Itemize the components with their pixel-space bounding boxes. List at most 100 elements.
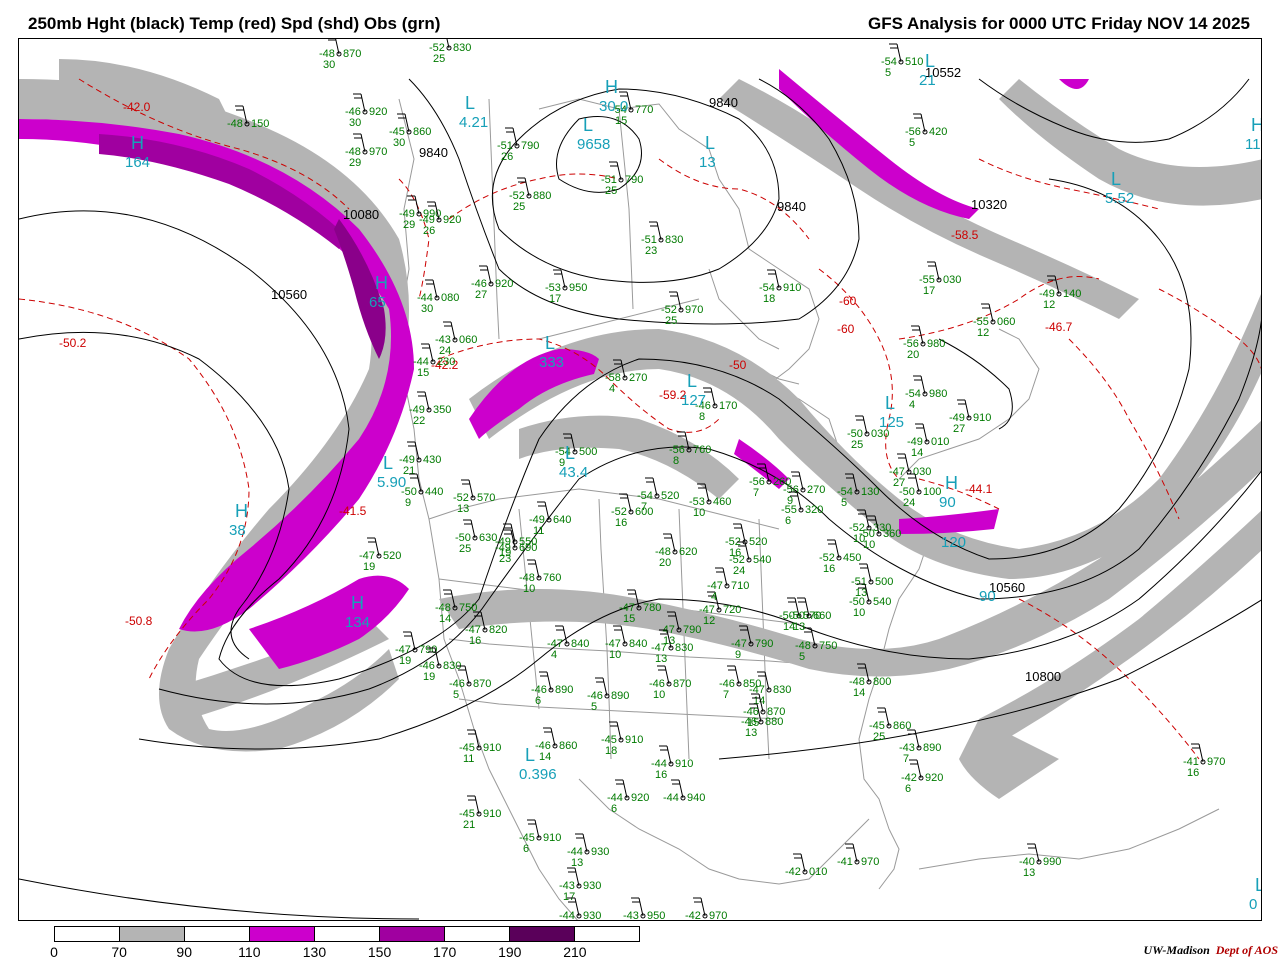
border-line — [878, 828, 900, 890]
obs-height: 870 — [673, 678, 691, 690]
credit-org: UW-Madison — [1143, 943, 1210, 957]
colorbar-label: 90 — [176, 944, 193, 960]
obs-dewpoint: 13 — [1023, 867, 1035, 879]
obs-height: 540 — [753, 554, 771, 566]
obs-dewpoint: 17 — [549, 293, 561, 305]
wind-barb — [896, 43, 902, 63]
obs-height: 640 — [553, 514, 571, 526]
wind-barb — [410, 631, 416, 651]
obs-height: 920 — [495, 278, 513, 290]
wind-barb — [934, 261, 940, 281]
obs-dewpoint: 10 — [853, 607, 865, 619]
obs-height: 910 — [625, 734, 643, 746]
wind-barb — [620, 625, 626, 645]
wind-barb — [335, 39, 340, 55]
temperature-label: -50 — [729, 358, 747, 372]
obs-height: 930 — [591, 846, 609, 858]
center-letter: H — [1251, 115, 1262, 135]
obs-dewpoint: 22 — [413, 415, 425, 427]
obs-height: 910 — [973, 412, 991, 424]
obs-dewpoint: 30 — [323, 59, 335, 71]
obs-dewpoint: 14 — [439, 613, 451, 625]
border-line — [918, 808, 1220, 870]
obs-dewpoint: 7 — [903, 753, 909, 765]
wind-barb — [622, 779, 628, 799]
obs-height: 690 — [519, 542, 537, 554]
obs-dewpoint: 26 — [423, 225, 435, 237]
colorbar-label: 210 — [563, 944, 587, 960]
obs-height: 870 — [343, 48, 361, 60]
obs-dewpoint: 13 — [457, 503, 469, 515]
center-value: 30.0 — [599, 98, 628, 115]
obs-dewpoint: 4 — [711, 591, 717, 603]
obs-dewpoint: 14 — [911, 447, 923, 459]
chart-title: 250mb Hght (black) Temp (red) Spd (shd) … — [28, 14, 441, 33]
height-label: 9840 — [777, 199, 806, 214]
obs-height: 790 — [521, 140, 539, 152]
center-value: 90 — [939, 494, 956, 511]
obs-height: 540 — [873, 596, 891, 608]
speed-shade — [1059, 79, 1089, 89]
obs-height: 570 — [477, 492, 495, 504]
obs-height: 270 — [629, 372, 647, 384]
obs-dewpoint: 19 — [399, 655, 411, 667]
obs-height: 830 — [665, 234, 683, 246]
wind-barb — [468, 479, 474, 499]
obs-dewpoint: 29 — [403, 219, 415, 231]
temperature-label: -60 — [839, 294, 857, 308]
wind-barb — [1034, 843, 1040, 863]
wind-barb — [678, 779, 684, 799]
wind-barb — [474, 729, 480, 749]
center-letter: L — [1255, 875, 1262, 895]
center-letter: L — [583, 115, 593, 135]
center-value: 120 — [941, 534, 966, 551]
obs-dewpoint: 6 — [905, 783, 911, 795]
obs-height: 500 — [875, 576, 893, 588]
wind-barb — [852, 843, 858, 863]
obs-dewpoint: 25 — [459, 543, 471, 555]
temperature-label: -50.8 — [125, 614, 153, 628]
obs-height: 360 — [883, 528, 901, 540]
wind-barb — [534, 559, 540, 579]
wind-barb — [664, 665, 670, 685]
colorbar-segment — [380, 927, 445, 941]
obs-height: 770 — [635, 104, 653, 116]
obs-dewpoint: 9 — [735, 649, 741, 661]
wind-barb — [474, 795, 480, 815]
obs-height: 420 — [929, 126, 947, 138]
obs-height: 520 — [661, 490, 679, 502]
obs-dewpoint: 18 — [605, 745, 617, 757]
obs-height: 320 — [805, 504, 823, 516]
center-letter: H — [375, 273, 388, 293]
obs-dewpoint: 10 — [863, 539, 875, 551]
wind-barb — [670, 533, 676, 553]
obs-height: 780 — [643, 602, 661, 614]
obs-height: 970 — [369, 146, 387, 158]
obs-dewpoint: 27 — [475, 289, 487, 301]
wind-barb — [626, 493, 632, 513]
obs-height: 620 — [679, 546, 697, 558]
center-value: 0.396 — [519, 766, 557, 783]
center-letter: H — [131, 133, 144, 153]
obs-dewpoint: 10 — [693, 507, 705, 519]
obs-height: 230 — [437, 356, 455, 368]
obs-dewpoint: 6 — [535, 695, 541, 707]
obs-dewpoint: 5 — [799, 651, 805, 663]
obs-dewpoint: 15 — [615, 115, 627, 127]
obs-dewpoint: 19 — [363, 561, 375, 573]
colorbar-label: 170 — [432, 944, 457, 960]
obs-dewpoint: 30 — [393, 137, 405, 149]
wind-barb — [616, 161, 622, 181]
wind-barb — [884, 707, 890, 727]
obs-dewpoint: 14 — [853, 687, 865, 699]
center-value: 9658 — [577, 136, 610, 153]
obs-dewpoint: 5 — [841, 497, 847, 509]
obs-height: 870 — [473, 678, 491, 690]
border-line — [488, 98, 500, 340]
weather-map[interactable]: 9840 9840 9840 10080 10320 10560 10560 10800 105… — [18, 38, 1262, 921]
obs-dewpoint: 13 — [571, 857, 583, 869]
border-line — [598, 498, 612, 760]
obs-dewpoint: 25 — [665, 315, 677, 327]
center-value: 65 — [369, 294, 386, 311]
obs-height: 920 — [369, 106, 387, 118]
